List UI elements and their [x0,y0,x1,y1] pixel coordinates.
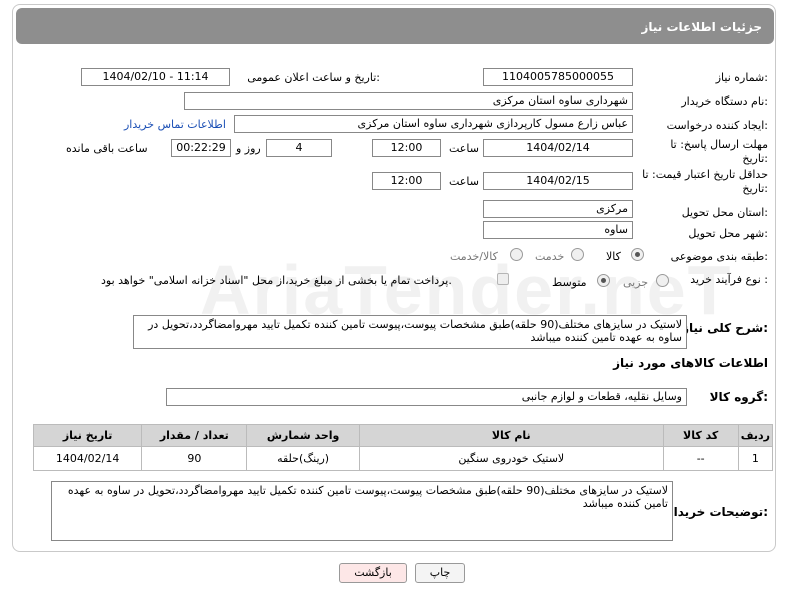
col-name: نام کالا [358,424,664,447]
need-number-label: شماره نیاز: [715,71,768,84]
col-date: تاریخ نیاز [32,424,143,447]
validity-label: حداقل تاریخ اعتبار قیمت: تا تاریخ: [642,168,768,195]
category-goods-radio[interactable] [631,248,644,261]
description-label: شرح کلی نیاز: [682,321,768,335]
cell-date: 1404/02/14 [32,446,143,471]
deadline-label: مهلت ارسال پاسخ: تا تاریخ: [670,138,768,165]
buyer-org-label: نام دستگاه خریدار: [681,95,768,108]
cell-code: -- [662,446,739,471]
process-minor-label: جزیی [623,276,649,289]
buyer-org-field: شهرداری ساوه استان مرکزی [184,92,633,110]
cell-qty: 90 [141,446,248,471]
need-number-field: 1104005785000055 [483,68,633,86]
table-row: 1 -- لاستیک خودروی سنگین (رینگ)حلقه 90 1… [32,446,774,471]
payment-note: پرداخت تمام یا بخشی از مبلغ خرید،از محل … [101,274,452,287]
cell-row: 1 [737,446,774,471]
goods-section-title: اطلاعات کالاهای مورد نیاز [613,356,768,370]
city-label: شهر محل تحویل: [688,227,768,240]
goods-group-field: وسایل نقلیه، قطعات و لوازم جانبی [166,388,687,406]
category-both-label: کالا/خدمت [450,250,498,263]
contact-info-link[interactable]: اطلاعات تماس خریدار [124,118,226,131]
process-label: نوع فرآیند خرید : [690,273,768,286]
print-button[interactable]: چاپ [415,563,465,583]
category-both-radio[interactable] [510,248,523,261]
validity-time-field: 12:00 [372,172,441,190]
col-qty: تعداد / مقدار [141,424,248,447]
announce-label: تاریخ و ساعت اعلان عمومی: [247,71,380,84]
col-code: کد کالا [662,424,739,447]
buyer-notes-field[interactable]: لاستیک در سایزهای مختلف(90 حلقه)طبق مشخص… [51,481,673,541]
validity-time-label: ساعت [449,175,479,188]
col-row: ردیف [737,424,774,447]
back-button[interactable]: بازگشت [339,563,407,583]
cell-unit: (رینگ)حلقه [246,446,360,471]
creator-label: ایجاد کننده درخواست: [666,119,768,132]
description-field[interactable]: لاستیک در سایزهای مختلف(90 حلقه)طبق مشخص… [133,315,687,349]
deadline-date-field: 1404/02/14 [483,139,633,157]
category-service-radio[interactable] [571,248,584,261]
goods-group-label: گروه کالا: [709,390,768,404]
days-label: روز و [236,142,261,155]
province-field: مرکزی [483,200,633,218]
buyer-notes-label: توضیحات خریدار: [666,505,768,519]
deadline-time-label: ساعت [449,142,479,155]
city-field: ساوه [483,221,633,239]
category-label: طبقه بندی موضوعی: [670,250,768,263]
treasury-payment-checkbox[interactable] [497,273,509,285]
panel-header: جزئیات اطلاعات نیاز [16,8,774,44]
col-unit: واحد شمارش [246,424,360,447]
validity-date-field: 1404/02/15 [483,172,633,190]
category-goods-label: کالا [606,250,621,263]
goods-table: ردیف کد کالا نام کالا واحد شمارش تعداد /… [32,424,774,471]
deadline-time-field: 12:00 [372,139,441,157]
goods-table-header: ردیف کد کالا نام کالا واحد شمارش تعداد /… [32,424,774,447]
cell-name: لاستیک خودروی سنگین [358,446,664,471]
creator-field: عباس زارع مسول کارپردازی شهرداری ساوه اس… [234,115,633,133]
process-minor-radio[interactable] [656,274,669,287]
announce-field: 1404/02/10 - 11:14 [81,68,230,86]
remaining-time-field: 00:22:29 [171,139,231,157]
process-medium-label: متوسط [552,276,587,289]
remaining-label: ساعت باقی مانده [66,142,148,155]
days-field: 4 [266,139,332,157]
category-service-label: خدمت [535,250,565,263]
process-medium-radio[interactable] [597,274,610,287]
province-label: استان محل تحویل: [681,206,768,219]
